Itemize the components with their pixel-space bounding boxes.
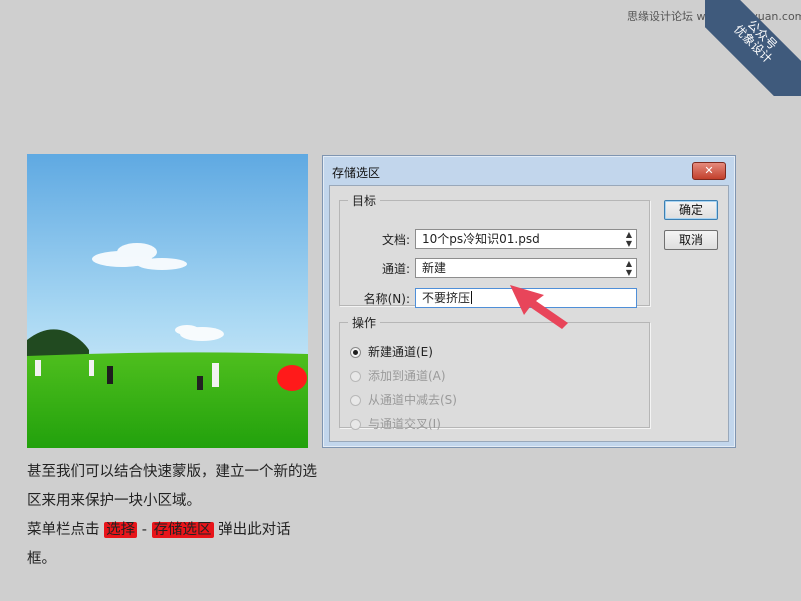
radio-selected-icon (350, 347, 361, 358)
radio-label: 新建通道(E) (368, 345, 433, 359)
operation-legend: 操作 (352, 316, 377, 330)
highlight-save-selection: 存储选区 (151, 522, 214, 538)
caption-line2: 菜单栏点击 选择 - 存储选区 弹出此对话框。 (27, 516, 317, 574)
red-brush-mark (277, 365, 307, 391)
channel-select[interactable]: 新建 ▲ ▼ (415, 258, 637, 278)
name-label: 名称(N): (363, 292, 410, 306)
radio-label: 添加到通道(A) (368, 369, 446, 383)
radio-subtract-from-channel[interactable]: 从通道中减去(S) (350, 391, 457, 408)
corner-ribbon: 公众号 优象设计 (705, 0, 801, 96)
caption-line1: 甚至我们可以结合快速蒙版，建立一个新的选区来用来保护一块小区域。 (27, 464, 317, 509)
radio-label: 从通道中减去(S) (368, 393, 457, 407)
text-caret (471, 291, 473, 304)
channel-label: 通道: (381, 262, 410, 276)
radio-empty-icon (350, 371, 361, 382)
dialog-titlebar[interactable]: 存储选区 ✕ (323, 156, 735, 186)
document-label: 文档: (381, 233, 410, 247)
updown-arrow-icon: ▲ ▼ (625, 230, 632, 248)
radio-add-to-channel[interactable]: 添加到通道(A) (350, 367, 446, 384)
caption: 甚至我们可以结合快速蒙版，建立一个新的选区来用来保护一块小区域。 菜单栏点击 选… (27, 458, 317, 574)
cancel-button[interactable]: 取消 (664, 230, 718, 250)
golf-course-photo (27, 154, 308, 448)
ribbon-band: 公众号 优象设计 (705, 0, 801, 96)
target-legend: 目标 (352, 194, 377, 208)
radio-label: 与通道交叉(I) (368, 417, 441, 431)
pointer-arrow-icon (510, 285, 568, 329)
document-select[interactable]: 10个ps冷知识01.psd ▲ ▼ (415, 229, 637, 249)
document-value: 10个ps冷知识01.psd (422, 232, 540, 246)
target-group: 目标 文档: 10个ps冷知识01.psd ▲ ▼ 通道: 新建 ▲ ▼ 名称(N)… (339, 192, 650, 308)
close-button[interactable]: ✕ (692, 162, 726, 180)
operation-group: 操作 新建通道(E) 添加到通道(A) 从通道中减去(S) 与通道交叉(I) (339, 314, 650, 431)
ribbon-line2: 优象设计 (731, 21, 776, 66)
channel-value: 新建 (422, 261, 447, 275)
caption-prefix: 菜单栏点击 (27, 522, 105, 538)
radio-empty-icon (350, 395, 361, 406)
caption-separator: - (137, 522, 152, 538)
photo-drawing (27, 154, 308, 448)
updown-arrow-icon: ▲ ▼ (625, 259, 632, 277)
dialog-title: 存储选区 (332, 166, 381, 180)
ok-button[interactable]: 确定 (664, 200, 718, 220)
close-icon: ✕ (704, 164, 714, 177)
radio-empty-icon (350, 419, 361, 430)
name-value: 不要挤压 (422, 291, 471, 305)
radio-new-channel[interactable]: 新建通道(E) (350, 343, 433, 360)
fairway (27, 352, 308, 448)
highlight-select: 选择 (104, 522, 138, 538)
radio-intersect-channel[interactable]: 与通道交叉(I) (350, 415, 441, 432)
